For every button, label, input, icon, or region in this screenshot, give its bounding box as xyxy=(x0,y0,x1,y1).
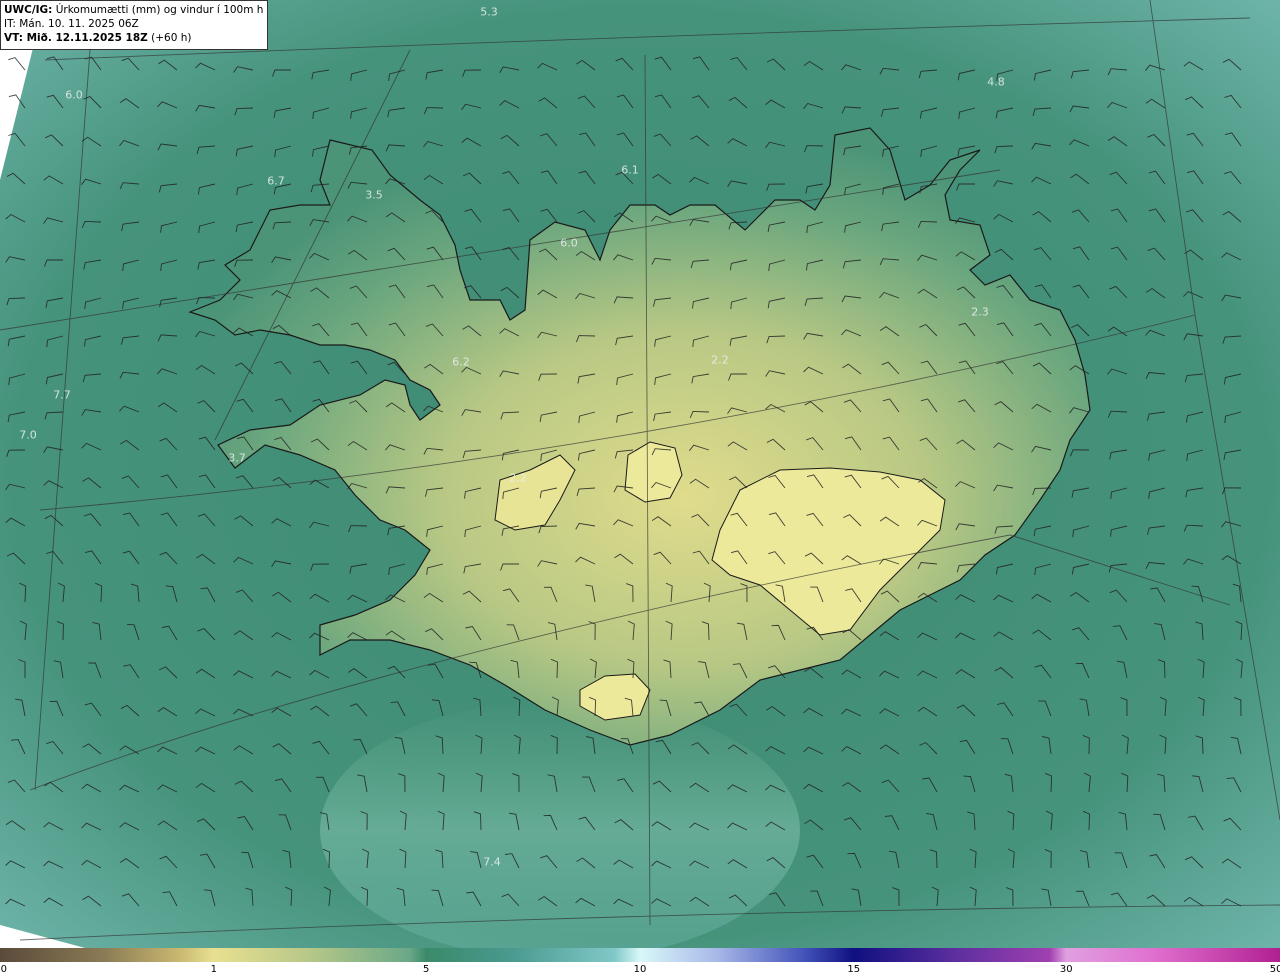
value-label: 6.0 xyxy=(560,236,578,250)
value-label: 7.4 xyxy=(483,855,501,869)
colorbar-tick-label: 1 xyxy=(210,964,217,975)
product-name: Úrkomumætti (mm) og vindur í 100m hæð xyxy=(55,4,264,16)
value-label: 4.8 xyxy=(987,75,1005,89)
value-label: 6.7 xyxy=(267,174,285,188)
wind-barb xyxy=(8,57,26,71)
value-label: 7.7 xyxy=(53,388,71,402)
value-label: 2.2 xyxy=(509,471,527,485)
value-label: 3.7 xyxy=(228,451,246,465)
colorbar-tick-label: 10 xyxy=(633,964,647,975)
map-info-box: UWC/IG: Úrkomumætti (mm) og vindur í 100… xyxy=(0,0,268,50)
colorbar-tick-label: 15 xyxy=(847,964,861,975)
precipitation-colorbar xyxy=(0,948,1280,962)
value-label: 3.5 xyxy=(365,188,383,202)
product-title: UWC/IG: Úrkomumætti (mm) og vindur í 100… xyxy=(4,3,264,17)
value-label: 6.0 xyxy=(65,88,83,102)
value-label: 2.2 xyxy=(711,353,729,367)
colorbar-tick-label: 0 xyxy=(0,964,8,975)
value-label: 6.1 xyxy=(621,163,639,177)
forecast-hour: (+60 h) xyxy=(151,32,192,44)
model-name: UWC/IG: xyxy=(4,4,53,16)
value-label: 7.0 xyxy=(19,428,37,442)
colorbar-tick-label: 30 xyxy=(1059,964,1073,975)
init-time: IT: Mán. 10. 11. 2025 06Z xyxy=(4,18,139,30)
value-label: 2.3 xyxy=(971,305,989,319)
value-label: 6.2 xyxy=(452,355,470,369)
valid-time: VT: Mið. 12.11.2025 18Z (+60 h) xyxy=(4,31,264,45)
colorbar-tick-label: 50 xyxy=(1269,964,1280,975)
precip-plume xyxy=(320,700,800,948)
value-label: 5.3 xyxy=(480,5,498,19)
precipitation-map xyxy=(0,0,1280,948)
valid-time-main: VT: Mið. 12.11.2025 18Z xyxy=(4,32,148,44)
colorbar-tick-label: 5 xyxy=(423,964,430,975)
